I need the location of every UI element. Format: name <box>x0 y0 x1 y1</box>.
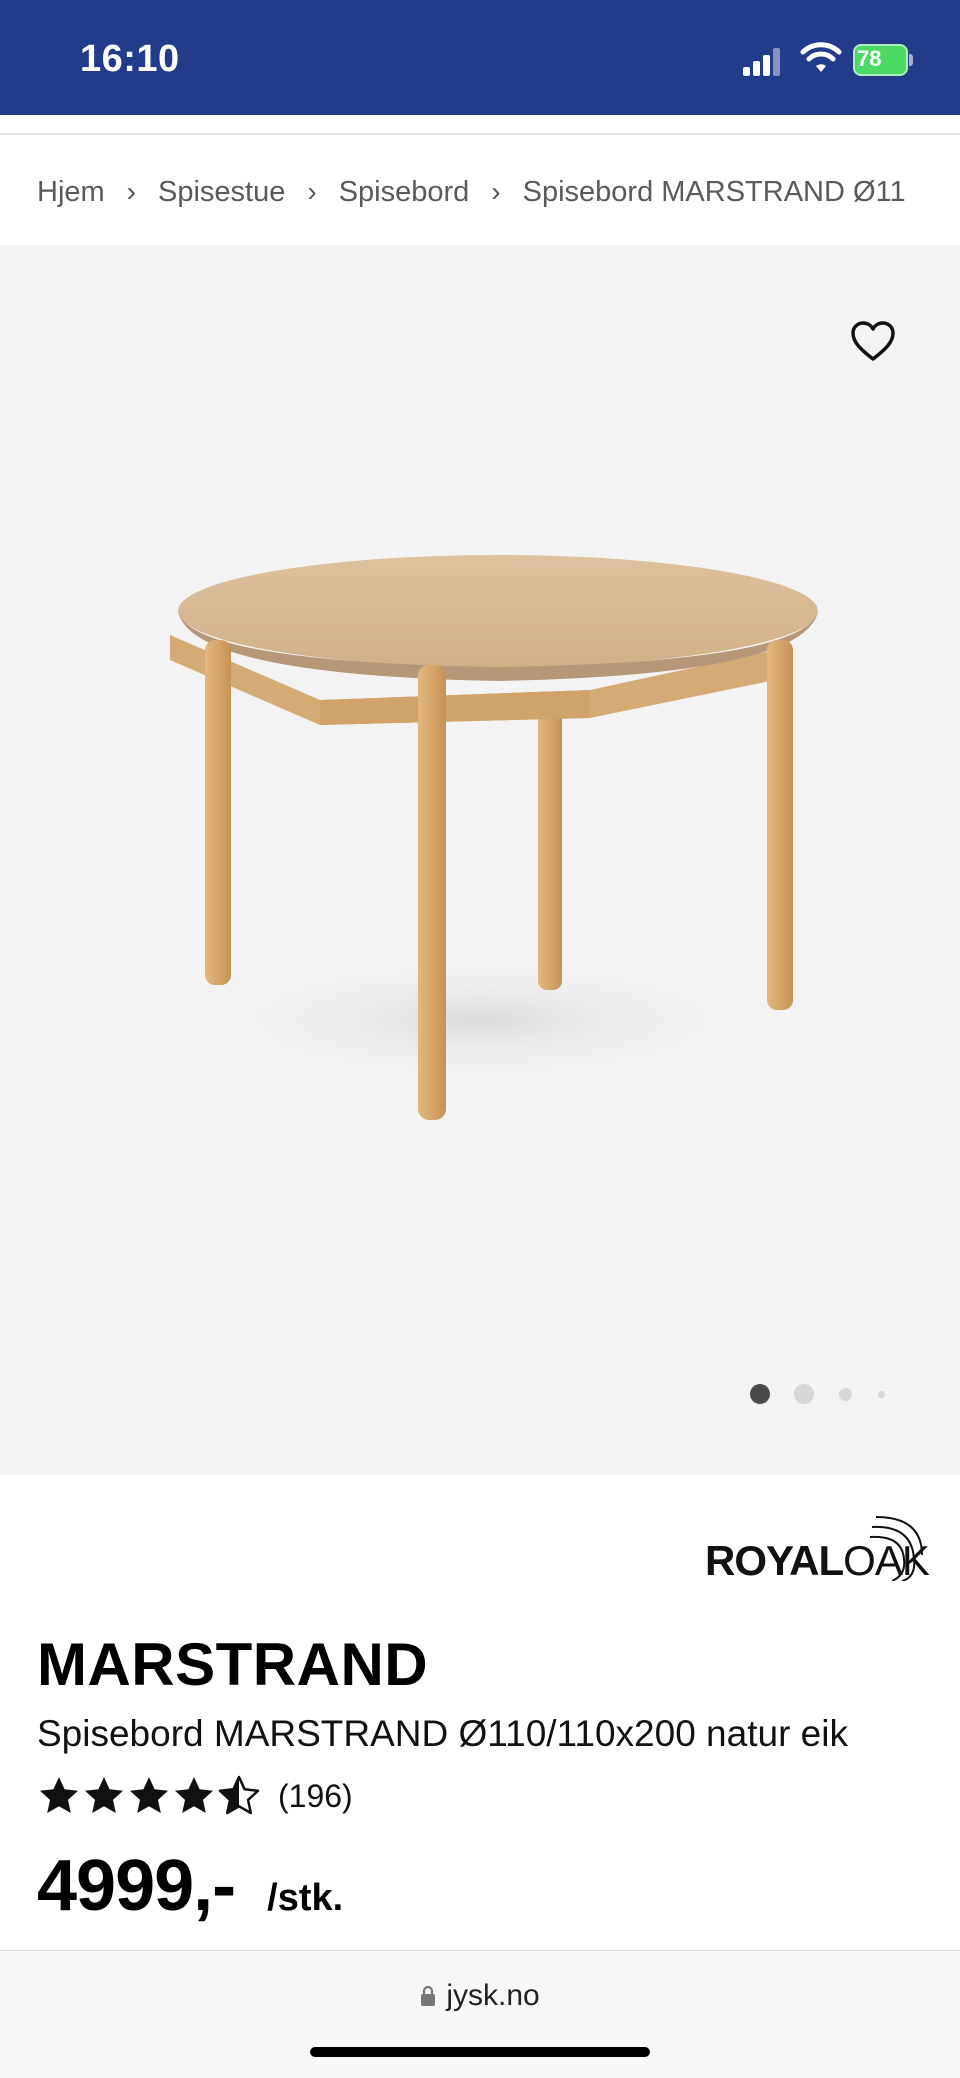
product-image-table <box>170 555 818 1120</box>
status-time: 16:10 <box>80 38 180 80</box>
brand-logo: ROYALOAK <box>702 1515 930 1584</box>
cellular-signal-icon <box>743 46 785 76</box>
carousel-dot[interactable] <box>839 1388 852 1401</box>
home-indicator[interactable] <box>310 2047 650 2057</box>
url-field[interactable]: jysk.no <box>0 1979 960 2013</box>
status-bar: 16:10 78 <box>0 0 960 115</box>
carousel-dot-active[interactable] <box>750 1384 770 1404</box>
chevron-right-icon: › <box>126 176 136 207</box>
url-text: jysk.no <box>446 1979 540 2012</box>
star-filled-icon <box>40 1777 78 1813</box>
star-half-icon <box>218 1775 260 1815</box>
breadcrumb-dining-tables[interactable]: Spisebord <box>339 176 470 209</box>
heart-outline-icon[interactable] <box>850 320 896 362</box>
product-rating[interactable]: (196) <box>37 1774 353 1818</box>
star-filled-icon <box>175 1777 213 1813</box>
carousel-indicator[interactable] <box>750 1382 890 1406</box>
brand-arc-icon <box>869 1516 923 1581</box>
star-filled-icon <box>85 1777 123 1813</box>
wifi-icon <box>800 42 842 72</box>
breadcrumb-home[interactable]: Hjem <box>37 176 105 209</box>
breadcrumb-current-product: Spisebord MARSTRAND Ø11 <box>522 175 906 208</box>
lock-icon <box>421 1985 436 2006</box>
review-count[interactable]: (196) <box>278 1778 353 1815</box>
product-title: MARSTRAND <box>37 1631 429 1698</box>
carousel-dot[interactable] <box>794 1384 814 1404</box>
chevron-right-icon: › <box>491 176 501 207</box>
product-description: Spisebord MARSTRAND Ø110/110x200 natur e… <box>37 1713 848 1754</box>
chevron-right-icon: › <box>307 176 317 207</box>
product-price: 4999,- <box>37 1846 236 1926</box>
breadcrumb: Hjem › Spisestue › Spisebord › Spisebord… <box>37 170 960 214</box>
browser-address-bar[interactable]: jysk.no <box>0 1950 960 2078</box>
header-divider <box>0 133 960 135</box>
star-filled-icon <box>130 1777 168 1813</box>
brand-name-bold: ROYAL <box>705 1537 844 1584</box>
battery-icon: 78 <box>853 44 913 76</box>
price-row: 4999,- /stk. <box>37 1845 343 1927</box>
battery-level: 78 <box>857 46 882 71</box>
breadcrumb-dining-room[interactable]: Spisestue <box>158 176 285 209</box>
price-unit: /stk. <box>267 1877 344 1919</box>
carousel-dot[interactable] <box>878 1391 885 1398</box>
